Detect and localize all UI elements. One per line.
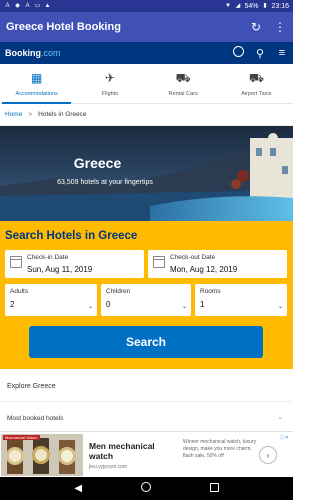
checkin-value: Sun, Aug 11, 2019	[27, 265, 93, 274]
user-icon[interactable]	[232, 46, 244, 60]
tab-airport-taxis[interactable]: ⛟ Airport Taxis	[220, 64, 293, 103]
ad-badge: Mechanical Watch	[3, 435, 40, 440]
children-label: Children	[106, 288, 131, 295]
clock: 23:16	[271, 2, 289, 10]
taxi-icon: ⛟	[248, 70, 264, 85]
ad-info-icon[interactable]: ⓘ✕	[280, 434, 289, 441]
rooms-select[interactable]: Rooms 1 ⌄	[195, 284, 287, 316]
plane-icon: ✈	[104, 70, 115, 85]
shield-icon: ◆	[15, 2, 20, 9]
rooms-label: Rooms	[200, 288, 221, 295]
tab-rental-cars[interactable]: ⛟ Rental Cars	[147, 64, 220, 103]
chevron-down-icon: ⌄	[87, 304, 93, 310]
signal-icon: ◢	[235, 2, 241, 9]
hero-subtitle: 63,509 hotels at your fingertips	[57, 179, 153, 186]
children-select[interactable]: Children 0 ⌄	[101, 284, 191, 316]
back-icon[interactable]: ◀	[74, 483, 82, 494]
tab-label: Accommodations	[15, 90, 58, 97]
app-bar: Greece Hotel Booking ↻ ⋮	[0, 12, 293, 42]
status-bar: A ◆ A ▭ ▲ ▼ ◢ 54% ▮ 23:16	[0, 0, 293, 12]
chevron-down-icon[interactable]: ⌄	[278, 413, 283, 421]
adults-select[interactable]: Adults 2 ⌄	[5, 284, 97, 316]
more-vert-icon[interactable]: ⋮	[273, 20, 287, 34]
wifi-icon: ▼	[224, 2, 231, 9]
search-title: Search Hotels in Greece	[5, 230, 138, 242]
explore-section: Explore Greece Most booked hotels ⌄	[0, 369, 293, 431]
chevron-right-icon[interactable]: ›	[259, 446, 277, 464]
search-button[interactable]: Search	[29, 326, 263, 358]
refresh-icon[interactable]: ↻	[249, 20, 263, 34]
recents-icon[interactable]	[209, 482, 219, 495]
tab-flights[interactable]: ✈ Flights	[73, 64, 146, 103]
rooms-value: 1	[200, 300, 205, 309]
calendar-icon	[10, 256, 22, 268]
chevron-down-icon: ⌄	[277, 304, 283, 310]
children-value: 0	[106, 300, 111, 309]
hero-image	[0, 126, 293, 221]
battery-level: 54%	[244, 2, 259, 10]
hotel-icon: ▦	[30, 70, 43, 85]
hero-banner: Greece 63,509 hotels at your fingertips	[0, 126, 293, 221]
booking-logo[interactable]: Booking.com	[5, 48, 61, 58]
breadcrumb-separator: >	[28, 111, 33, 118]
breadcrumb-home-link[interactable]: Home	[5, 111, 22, 118]
checkout-date-field[interactable]: Check-out Date Mon, Aug 12, 2019	[148, 250, 287, 278]
home-icon[interactable]	[140, 482, 151, 495]
tab-label: Flights	[101, 90, 118, 97]
tab-accommodations[interactable]: ▦ Accommodations	[0, 64, 73, 104]
warning-icon: ▲	[44, 2, 51, 9]
card-icon: ▭	[34, 2, 41, 9]
checkin-date-field[interactable]: Check-in Date Sun, Aug 11, 2019	[5, 250, 144, 278]
ad-description: Winner mechanical watch, luxury design, …	[183, 439, 257, 459]
menu-icon[interactable]: ≡	[276, 47, 288, 59]
search-panel: Search Hotels in Greece Check-in Date Su…	[0, 221, 293, 369]
breadcrumb: Home > Hotels in Greece	[0, 104, 293, 126]
search-icon[interactable]: ⚲	[254, 47, 266, 60]
car-icon: ⛟	[175, 70, 191, 85]
checkout-label: Check-out Date	[170, 254, 216, 261]
most-booked-hotels-item[interactable]: Most booked hotels	[7, 415, 63, 422]
watch-ad-image[interactable]: Mechanical Watch	[1, 434, 83, 476]
system-nav-bar: ◀	[0, 477, 293, 500]
hero-title: Greece	[73, 155, 122, 171]
breadcrumb-current: Hotels in Greece	[38, 111, 87, 118]
divider	[0, 401, 293, 402]
a-icon: A	[5, 2, 10, 9]
explore-heading: Explore Greece	[7, 383, 56, 390]
tab-label: Rental Cars	[168, 90, 198, 97]
adults-value: 2	[10, 300, 15, 309]
calendar-icon	[153, 256, 165, 268]
a-icon: A	[25, 2, 30, 9]
ad-banner[interactable]: Mechanical Watch Men mechanical watch ji…	[0, 431, 293, 477]
battery-icon: ▮	[263, 2, 267, 9]
booking-header: Booking.com ⚲ ≡	[0, 42, 293, 64]
tab-label: Airport Taxis	[241, 90, 272, 97]
ad-source: jieu.yyjpxym.com	[89, 464, 128, 470]
adults-label: Adults	[10, 288, 29, 295]
checkin-label: Check-in Date	[27, 254, 69, 261]
checkout-value: Mon, Aug 12, 2019	[170, 265, 238, 274]
chevron-down-icon: ⌄	[181, 304, 187, 310]
app-title: Greece Hotel Booking	[6, 21, 121, 33]
ad-title[interactable]: Men mechanical watch	[89, 441, 169, 461]
category-tabs: ▦ Accommodations ✈ Flights ⛟ Rental Cars…	[0, 64, 293, 104]
